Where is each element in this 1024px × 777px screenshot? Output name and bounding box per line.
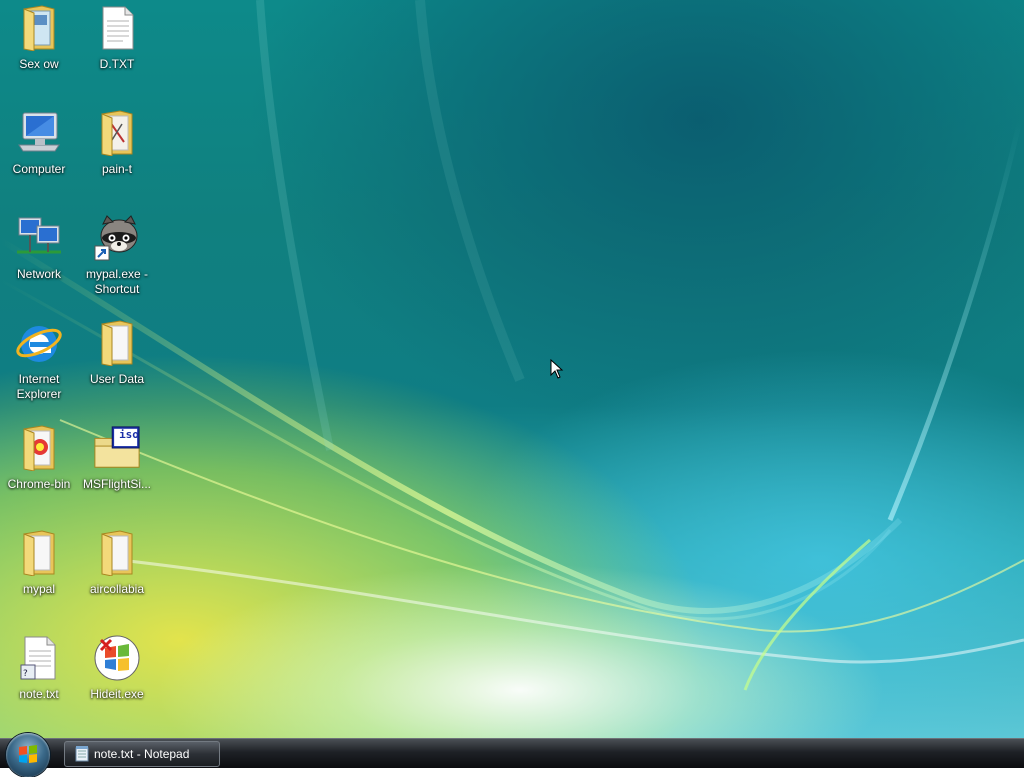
internet-explorer-icon xyxy=(15,319,63,367)
desktop-icon-network[interactable]: Network xyxy=(1,214,77,282)
desktop[interactable]: Sex ow Computer Network Internet Explore… xyxy=(0,0,1024,738)
desktop-icon-label: D.TXT xyxy=(99,57,135,71)
desktop-icon-note-txt[interactable]: ? note.txt xyxy=(1,634,77,702)
desktop-icon-mypal-shortcut[interactable]: mypal.exe - Shortcut xyxy=(79,214,155,297)
computer-icon xyxy=(15,109,63,157)
svg-text:?: ? xyxy=(23,669,28,679)
network-icon xyxy=(15,214,63,262)
desktop-icon-label: Chrome-bin xyxy=(7,477,71,491)
desktop-icon-msflightsim[interactable]: iso MSFlightSi... xyxy=(79,424,155,492)
desktop-icon-label: Sex ow xyxy=(19,57,59,71)
folder-icon xyxy=(15,529,63,577)
desktop-icon-label: Hideit.exe xyxy=(90,687,144,701)
desktop-icon-label: mypal.exe - Shortcut xyxy=(85,267,149,296)
desktop-icon-d-txt[interactable]: D.TXT xyxy=(79,4,155,72)
desktop-icon-sex-ow[interactable]: Sex ow xyxy=(1,4,77,72)
desktop-icon-label: pain-t xyxy=(101,162,133,176)
desktop-icon-label: MSFlightSi... xyxy=(82,477,151,491)
iso-badge-text: iso xyxy=(119,428,139,441)
desktop-icon-label: Computer xyxy=(12,162,66,176)
desktop-icon-label: User Data xyxy=(89,372,145,386)
desktop-icon-mypal[interactable]: mypal xyxy=(1,529,77,597)
desktop-icon-label: mypal xyxy=(22,582,55,596)
text-file-icon xyxy=(93,4,141,52)
desktop-icon-label: Internet Explorer xyxy=(16,372,62,401)
windows-app-icon xyxy=(93,634,141,682)
iso-file-icon: iso xyxy=(93,424,141,472)
desktop-icon-label: note.txt xyxy=(19,687,59,701)
desktop-icon-hideit-exe[interactable]: Hideit.exe xyxy=(79,634,155,702)
notepad-icon xyxy=(75,746,89,762)
desktop-icon-chrome-bin[interactable]: Chrome-bin xyxy=(1,424,77,492)
start-button[interactable] xyxy=(6,733,50,777)
desktop-icon-pain-t[interactable]: pain-t xyxy=(79,109,155,177)
desktop-icon-user-data[interactable]: User Data xyxy=(79,319,155,387)
taskbar: note.txt - Notepad xyxy=(0,733,1024,777)
desktop-icon-aircollabia[interactable]: aircollabia xyxy=(79,529,155,597)
folder-icon xyxy=(93,109,141,157)
desktop-icon-internet-explorer[interactable]: Internet Explorer xyxy=(1,319,77,402)
text-file-icon: ? xyxy=(15,634,63,682)
folder-icon xyxy=(15,4,63,52)
raccoon-shortcut-icon xyxy=(93,214,141,262)
desktop-icon-label: Network xyxy=(16,267,61,281)
folder-icon xyxy=(93,319,141,367)
windows-logo-icon xyxy=(19,745,37,763)
desktop-icon-label: aircollabia xyxy=(89,582,145,596)
desktop-icon-computer[interactable]: Computer xyxy=(1,109,77,177)
taskbar-button-label: note.txt - Notepad xyxy=(94,747,190,761)
mouse-cursor-icon xyxy=(550,359,564,379)
taskbar-button-notepad[interactable]: note.txt - Notepad xyxy=(64,741,220,767)
folder-icon xyxy=(15,424,63,472)
folder-icon xyxy=(93,529,141,577)
